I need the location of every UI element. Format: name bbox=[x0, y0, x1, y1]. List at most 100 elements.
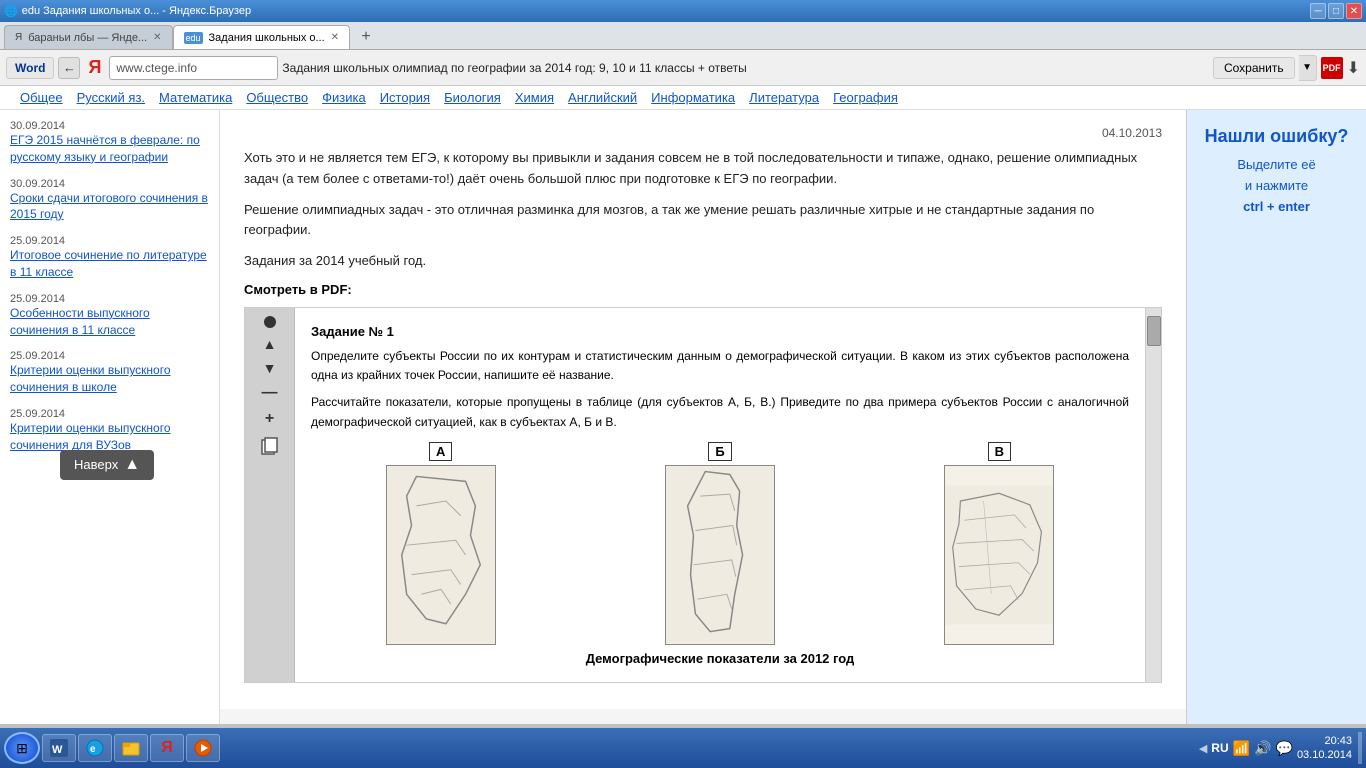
word-button[interactable]: Word bbox=[6, 57, 54, 79]
sidebar-date-4: 25.09.2014 bbox=[10, 350, 209, 362]
sidebar-date-3: 25.09.2014 bbox=[10, 293, 209, 305]
download-icon[interactable]: ⬇ bbox=[1347, 58, 1360, 78]
yandex-logo[interactable]: Я bbox=[88, 57, 101, 78]
pdf-scroll-up[interactable]: ▲ bbox=[263, 336, 277, 352]
pdf-pages-icon bbox=[260, 436, 280, 461]
titlebar: 🌐 edu Задания школьных о... - Яндекс.Бра… bbox=[0, 0, 1366, 22]
nav-obshee[interactable]: Общее bbox=[20, 90, 63, 105]
taskbar-item-word[interactable]: W bbox=[42, 734, 76, 762]
pdf-zoom-out[interactable]: — bbox=[262, 384, 278, 402]
save-button[interactable]: Сохранить bbox=[1213, 57, 1295, 79]
map-label-v: В bbox=[988, 442, 1011, 461]
back-button[interactable]: ← bbox=[58, 57, 80, 79]
sidebar-link-5[interactable]: Критерии оценки выпускного сочинения для… bbox=[10, 420, 209, 454]
smotret-pdf-label: Смотреть в PDF: bbox=[244, 282, 1162, 297]
nav-literature[interactable]: Литература bbox=[749, 90, 819, 105]
sidebar-link-2[interactable]: Итоговое сочинение по литературе в 11 кл… bbox=[10, 247, 209, 281]
close-button[interactable]: ✕ bbox=[1346, 3, 1362, 19]
map-item-b: Б bbox=[665, 442, 775, 645]
window-controls[interactable]: ─ □ ✕ bbox=[1310, 3, 1362, 19]
page-title-address: Задания школьных олимпиад по географии з… bbox=[282, 61, 1209, 75]
error-title: Нашли ошибку? bbox=[1197, 126, 1356, 147]
maps-row: А bbox=[311, 442, 1129, 645]
sidebar-item-4: 25.09.2014 Критерии оценки выпускного со… bbox=[10, 350, 209, 396]
tray-arrow[interactable]: ◀ bbox=[1199, 742, 1207, 755]
map-item-a: А bbox=[386, 442, 496, 645]
pdf-zoom-in[interactable]: + bbox=[265, 410, 274, 428]
taskbar-word-icon: W bbox=[49, 738, 69, 758]
nav-society[interactable]: Общество bbox=[246, 90, 308, 105]
map-item-v: В bbox=[944, 442, 1054, 645]
map-shape-a bbox=[386, 465, 496, 645]
taskbar-item-explorer[interactable] bbox=[114, 734, 148, 762]
nav-english[interactable]: Английский bbox=[568, 90, 637, 105]
sidebar-date-5: 25.09.2014 bbox=[10, 408, 209, 420]
svg-text:W: W bbox=[52, 744, 63, 756]
taskbar-ie-icon: e bbox=[85, 738, 105, 758]
tab1-favicon: Я bbox=[15, 32, 22, 43]
sidebar-link-0[interactable]: ЕГЭ 2015 начнётся в феврале: по русскому… bbox=[10, 132, 209, 166]
pdf-content: Задание № 1 Определите субъекты России п… bbox=[295, 308, 1145, 682]
nav-biology[interactable]: Биология bbox=[444, 90, 501, 105]
pdf-scrollbar-thumb[interactable] bbox=[1147, 316, 1161, 346]
pdf-toolbar: ▲ ▼ — + bbox=[245, 308, 295, 682]
sidebar-date-2: 25.09.2014 bbox=[10, 235, 209, 247]
new-tab-button[interactable]: + bbox=[354, 25, 378, 49]
svg-text:e: e bbox=[90, 744, 96, 755]
sidebar-link-4[interactable]: Критерии оценки выпускного сочинения в ш… bbox=[10, 362, 209, 396]
back-to-top-button[interactable]: Наверх ▲ bbox=[60, 450, 154, 480]
nav-history[interactable]: История bbox=[380, 90, 430, 105]
tab1-label: бараньи лбы — Янде... bbox=[28, 32, 147, 44]
nav-informatics[interactable]: Информатика bbox=[651, 90, 735, 105]
error-shortcut: ctrl + enter bbox=[1243, 199, 1310, 214]
tray-language: RU bbox=[1211, 741, 1228, 755]
nav-math[interactable]: Математика bbox=[159, 90, 232, 105]
tray-show-desktop[interactable] bbox=[1358, 732, 1362, 764]
map-label-b: Б bbox=[708, 442, 731, 461]
nav-russian[interactable]: Русский яз. bbox=[77, 90, 145, 105]
pdf-icon: PDF bbox=[1321, 57, 1343, 79]
sidebar: 30.09.2014 ЕГЭ 2015 начнётся в феврале: … bbox=[0, 110, 220, 724]
sidebar-link-1[interactable]: Сроки сдачи итогового сочинения в 2015 г… bbox=[10, 190, 209, 224]
taskbar-yandex-icon: Я bbox=[157, 738, 177, 758]
nav-geography[interactable]: География bbox=[833, 90, 898, 105]
pdf-scroll-down[interactable]: ▼ bbox=[263, 360, 277, 376]
sidebar-item-0: 30.09.2014 ЕГЭ 2015 начнётся в феврале: … bbox=[10, 120, 209, 166]
tab1-close[interactable]: ✕ bbox=[153, 32, 161, 43]
task-text-2: Рассчитайте показатели, которые пропущен… bbox=[311, 393, 1129, 431]
nav-physics[interactable]: Физика bbox=[322, 90, 366, 105]
sidebar-link-3[interactable]: Особенности выпускного сочинения в 11 кл… bbox=[10, 305, 209, 339]
nav-menu: Общее Русский яз. Математика Общество Фи… bbox=[0, 86, 1366, 110]
browser-icon: 🌐 bbox=[4, 5, 18, 18]
tab2-close[interactable]: ✕ bbox=[331, 32, 339, 43]
tab-1[interactable]: Я бараньи лбы — Янде... ✕ bbox=[4, 25, 173, 49]
sidebar-item-5: 25.09.2014 Критерии оценки выпускного со… bbox=[10, 408, 209, 454]
start-button[interactable]: ⊞ bbox=[4, 732, 40, 764]
taskbar-item-yandex[interactable]: Я bbox=[150, 734, 184, 762]
taskbar-tray: ◀ RU 📶 🔊 💬 20:43 03.10.2014 bbox=[1199, 732, 1362, 764]
map-label-a: А bbox=[429, 442, 452, 461]
minimize-button[interactable]: ─ bbox=[1310, 3, 1326, 19]
content-paragraph-1: Решение олимпиадных задач - это отличная… bbox=[244, 200, 1162, 242]
up-arrow-icon: ▲ bbox=[124, 456, 140, 474]
tab2-favicon: edu bbox=[184, 32, 203, 44]
tab2-label: Задания школьных о... bbox=[209, 32, 325, 44]
content-paragraph-2: Задания за 2014 учебный год. bbox=[244, 251, 1162, 272]
taskbar-item-ie[interactable]: e bbox=[78, 734, 112, 762]
save-dropdown[interactable]: ▼ bbox=[1299, 55, 1317, 81]
nav-chemistry[interactable]: Химия bbox=[515, 90, 554, 105]
back-to-top-label: Наверх bbox=[74, 457, 118, 472]
pdf-viewer: ▲ ▼ — + Задание № 1 Определите субъекты bbox=[244, 307, 1162, 683]
right-panel: Нашли ошибку? Выделите её и нажмите ctrl… bbox=[1186, 110, 1366, 724]
tray-time: 20:43 03.10.2014 bbox=[1297, 734, 1352, 763]
taskbar-item-player[interactable] bbox=[186, 734, 220, 762]
main-layout: 30.09.2014 ЕГЭ 2015 начнётся в феврале: … bbox=[0, 110, 1366, 724]
titlebar-title: 🌐 edu Задания школьных о... - Яндекс.Бра… bbox=[4, 5, 251, 18]
address-input[interactable] bbox=[109, 56, 278, 80]
pdf-scrollbar[interactable] bbox=[1145, 308, 1161, 682]
maximize-button[interactable]: □ bbox=[1328, 3, 1344, 19]
tray-network-icon: 📶 bbox=[1233, 740, 1250, 757]
tab-2[interactable]: edu Задания школьных о... ✕ bbox=[173, 25, 351, 49]
content-area: 04.10.2013 Хоть это и не является тем ЕГ… bbox=[220, 110, 1186, 724]
taskbar-explorer-icon bbox=[121, 738, 141, 758]
